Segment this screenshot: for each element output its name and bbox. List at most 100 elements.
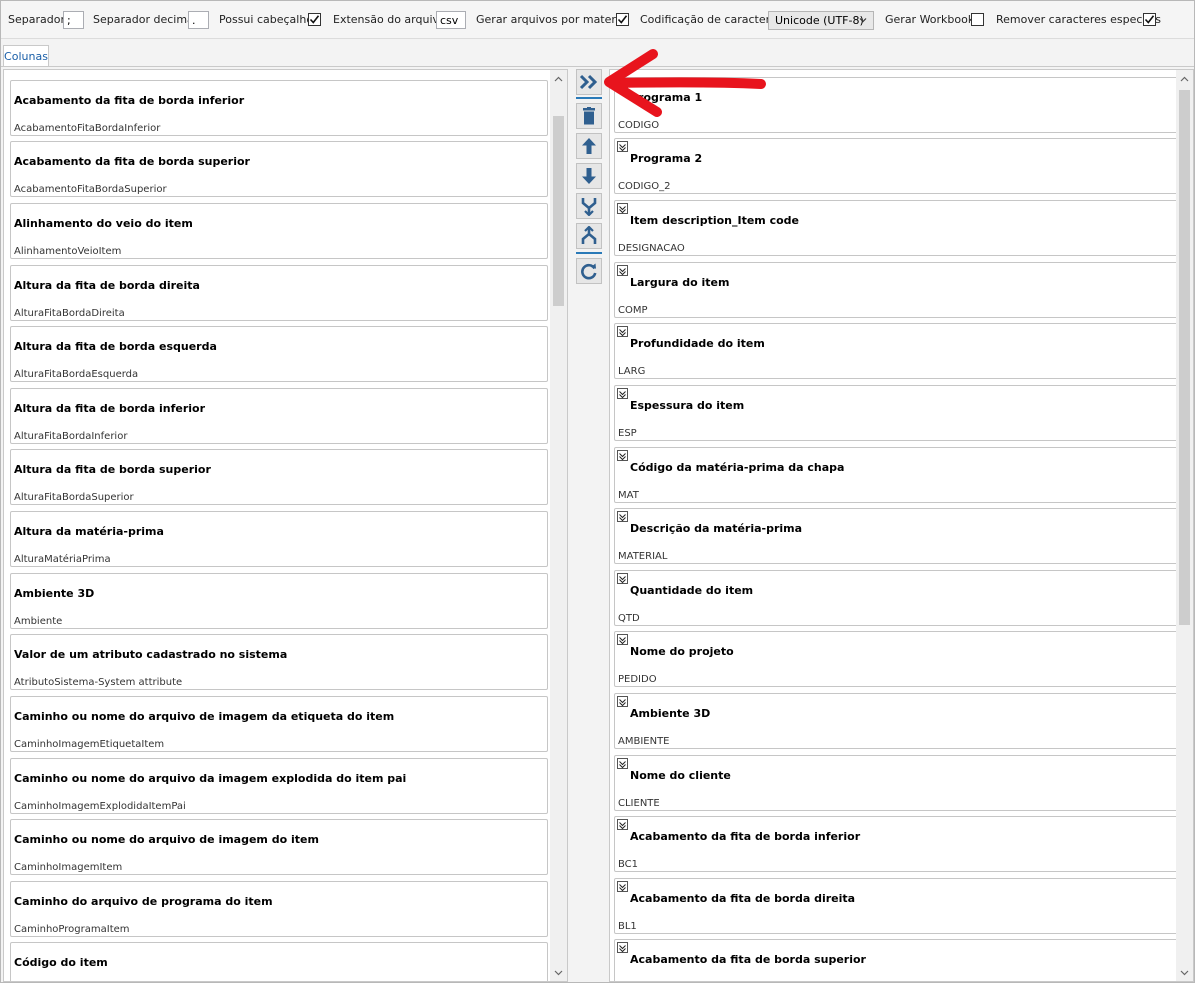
list-item[interactable]: Código da matéria-prima da chapa MAT: [614, 447, 1178, 503]
item-title: Ambiente 3D: [14, 587, 95, 600]
scroll-down-icon[interactable]: [554, 970, 563, 976]
list-item[interactable]: Caminho ou nome do arquivo de imagem da …: [10, 696, 548, 752]
delete-button[interactable]: [576, 103, 602, 129]
item-code: AMBIENTE: [618, 736, 670, 747]
list-item[interactable]: Nome do projeto PEDIDO: [614, 631, 1178, 687]
item-code: BC1: [618, 859, 639, 870]
list-item[interactable]: Altura da fita de borda inferior AlturaFi…: [10, 388, 548, 444]
double-chevron-right-icon: [579, 74, 598, 90]
item-code: CODIGO: [618, 120, 660, 131]
encoding-select[interactable]: Unicode (UTF-8): [768, 11, 874, 30]
item-code: LARG: [618, 366, 646, 377]
expand-icon[interactable]: [617, 942, 628, 953]
separator-label: Separador: [8, 13, 65, 26]
item-title: Acabamento da fita de borda superior: [14, 155, 250, 168]
list-item[interactable]: Caminho ou nome do arquivo da imagem exp…: [10, 758, 548, 814]
list-item[interactable]: Caminho do arquivo de programa do item Ca…: [10, 881, 548, 937]
separator-input[interactable]: ;: [63, 11, 84, 29]
scroll-thumb[interactable]: [1179, 90, 1190, 625]
item-title: Espessura do item: [630, 399, 745, 412]
encoding-label: Codificação de caracteres: [640, 13, 783, 26]
list-item[interactable]: Largura do item COMP: [614, 262, 1178, 318]
scroll-down-icon[interactable]: [1180, 970, 1189, 976]
left-scrollbar[interactable]: [550, 70, 567, 981]
item-code: CaminhoProgramaItem: [14, 924, 130, 935]
item-code: DESIGNACAO: [618, 243, 685, 254]
add-all-button[interactable]: [576, 69, 602, 95]
checkmark-icon: [309, 15, 320, 24]
item-code: MAT: [618, 490, 639, 501]
list-item[interactable]: Caminho ou nome do arquivo de imagem do …: [10, 819, 548, 875]
expand-icon[interactable]: [617, 511, 628, 522]
expand-icon[interactable]: [617, 265, 628, 276]
expand-icon[interactable]: [617, 141, 628, 152]
list-item[interactable]: Acabamento da fita de borda superior: [614, 939, 1178, 981]
list-item[interactable]: Acabamento da fita de borda inferior Acab…: [10, 80, 548, 136]
expand-icon[interactable]: [617, 758, 628, 769]
remove-special-label: Remover caracteres especiais: [996, 13, 1161, 26]
decimal-separator-input[interactable]: .: [188, 11, 209, 29]
list-item[interactable]: Altura da matéria-prima AlturaMatériaPrim…: [10, 511, 548, 567]
expand-icon[interactable]: [617, 388, 628, 399]
list-item[interactable]: Item description_Item code DESIGNACAO: [614, 200, 1178, 256]
list-item[interactable]: Alinhamento do veio do item AlinhamentoVe…: [10, 203, 548, 259]
remove-special-checkbox[interactable]: [1143, 13, 1156, 26]
expand-icon[interactable]: [617, 203, 628, 214]
expand-icon[interactable]: [617, 881, 628, 892]
expand-icon[interactable]: [617, 819, 628, 830]
file-extension-input[interactable]: csv: [436, 11, 466, 29]
list-item[interactable]: Código do item: [10, 942, 548, 981]
list-item[interactable]: Ambiente 3D Ambiente: [10, 573, 548, 629]
item-title: Código da matéria-prima da chapa: [630, 461, 845, 474]
right-scrollbar[interactable]: [1176, 70, 1193, 981]
list-item[interactable]: Acabamento da fita de borda inferior BC1: [614, 816, 1178, 872]
tab-strip: Colunas: [1, 45, 1194, 67]
item-code: COMP: [618, 305, 648, 316]
list-item[interactable]: Programa 2 CODIGO_2: [614, 138, 1178, 194]
refresh-button[interactable]: [576, 258, 602, 284]
per-material-checkbox[interactable]: [616, 13, 629, 26]
checkmark-icon: [617, 15, 628, 24]
item-title: Descrição da matéria-prima: [630, 522, 803, 535]
list-item[interactable]: Altura da fita de borda superior AlturaFi…: [10, 449, 548, 505]
item-code: AcabamentoFitaBordaSuperior: [14, 184, 167, 195]
item-code: AlturaFitaBordaSuperior: [14, 492, 134, 503]
list-item[interactable]: Altura da fita de borda esquerda AlturaFi…: [10, 326, 548, 382]
list-item[interactable]: Espessura do item ESP: [614, 385, 1178, 441]
list-item[interactable]: Ambiente 3D AMBIENTE: [614, 693, 1178, 749]
item-title: Altura da fita de borda superior: [14, 463, 211, 476]
list-item[interactable]: Acabamento da fita de borda direita BL1: [614, 878, 1178, 934]
tab-columns[interactable]: Colunas: [3, 45, 49, 66]
move-down-button[interactable]: [576, 163, 602, 189]
scroll-up-icon[interactable]: [554, 76, 563, 82]
has-header-checkbox[interactable]: [308, 13, 321, 26]
merge-icon: [581, 198, 597, 216]
expand-icon[interactable]: [617, 326, 628, 337]
scroll-up-icon[interactable]: [1180, 76, 1189, 82]
list-item[interactable]: Descrição da matéria-prima MATERIAL: [614, 508, 1178, 564]
list-item[interactable]: Profundidade do item LARG: [614, 323, 1178, 379]
item-title: Acabamento da fita de borda superior: [630, 953, 866, 966]
workbook-label: Gerar Workbook: [885, 13, 975, 26]
item-code: MATERIAL: [618, 551, 668, 562]
item-code: AlturaFitaBordaDireita: [14, 308, 125, 319]
item-code: ESP: [618, 428, 637, 439]
scroll-thumb[interactable]: [553, 116, 564, 306]
item-code: QTD: [618, 613, 640, 624]
split-button[interactable]: [576, 223, 602, 249]
list-item[interactable]: Acabamento da fita de borda superior Acab…: [10, 141, 548, 197]
list-item[interactable]: Quantidade do item QTD: [614, 570, 1178, 626]
item-title: Largura do item: [630, 276, 730, 289]
expand-icon[interactable]: [617, 573, 628, 584]
list-item[interactable]: Altura da fita de borda direita AlturaFit…: [10, 265, 548, 321]
expand-icon[interactable]: [617, 696, 628, 707]
workbook-checkbox[interactable]: [971, 13, 984, 26]
expand-icon[interactable]: [617, 450, 628, 461]
list-item[interactable]: Valor de um atributo cadastrado no siste…: [10, 634, 548, 690]
merge-button[interactable]: [576, 193, 602, 219]
item-code: PEDIDO: [618, 674, 657, 685]
expand-icon[interactable]: [617, 634, 628, 645]
list-item[interactable]: Nome do cliente CLIENTE: [614, 755, 1178, 811]
item-code: Ambiente: [14, 616, 63, 627]
move-up-button[interactable]: [576, 133, 602, 159]
